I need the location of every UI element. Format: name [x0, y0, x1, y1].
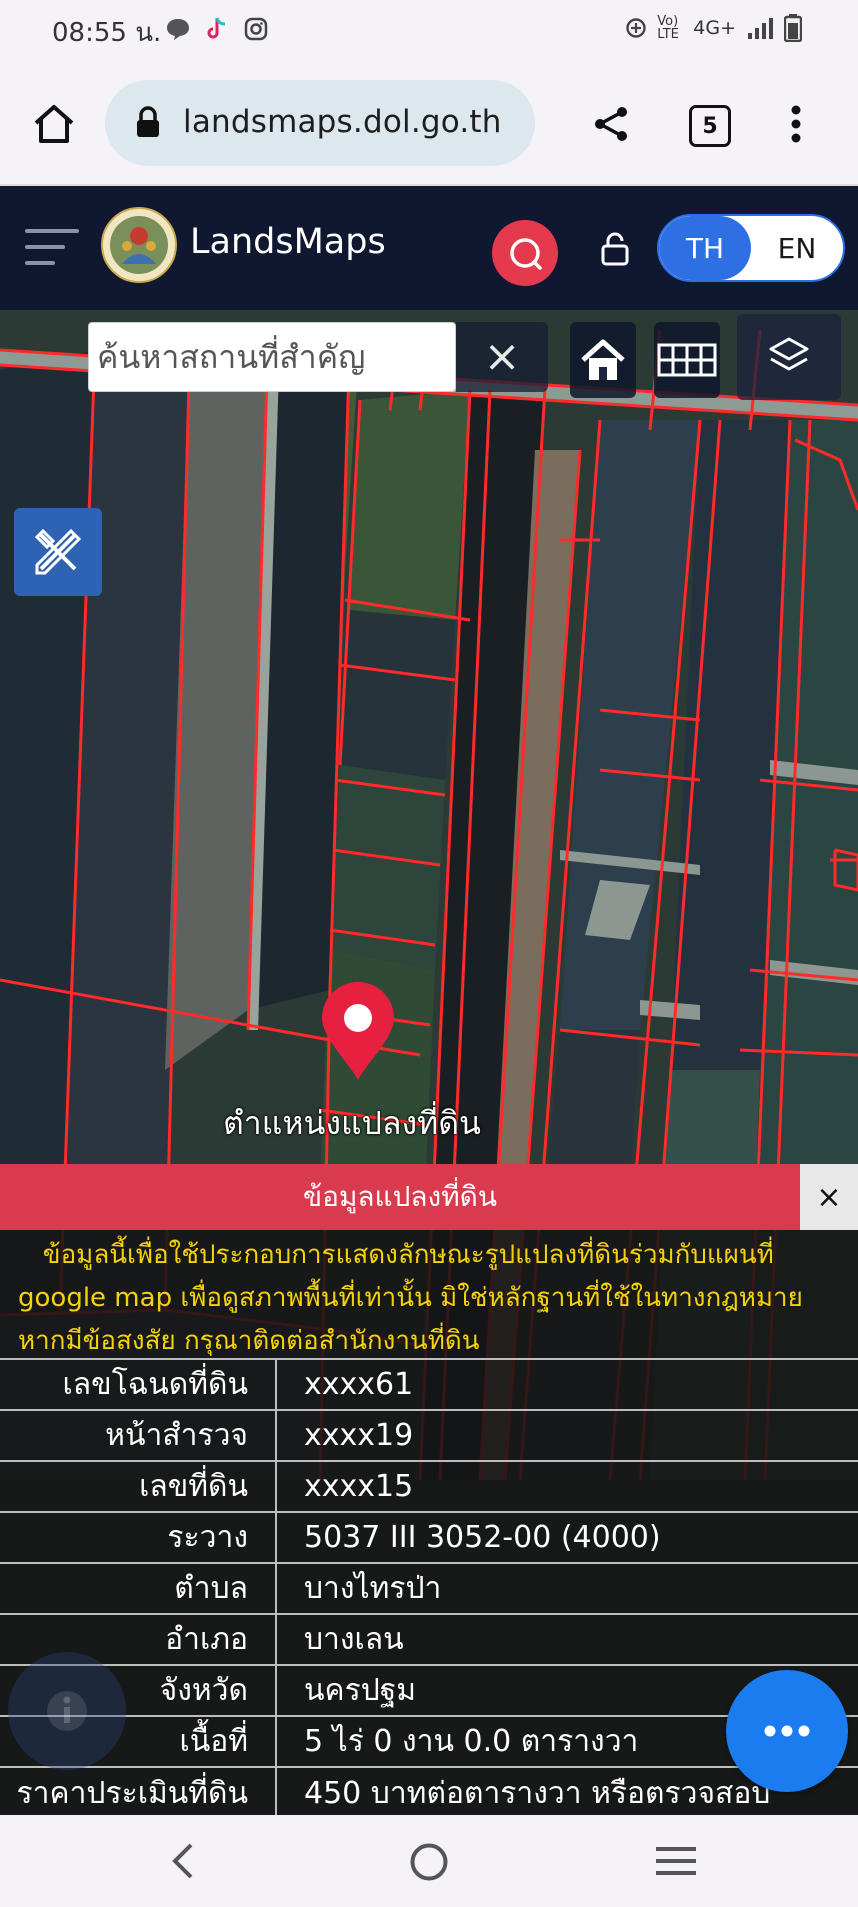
url-text: landsmaps.dol.go.th [183, 104, 502, 140]
table-row: อำเภอ บางเลน [0, 1614, 858, 1665]
notice-line: ข้อมูลนี้เพื่อใช้ประกอบการแสดงลักษณะรูปแ… [18, 1240, 774, 1270]
status-icons: Vo) LTE 4G+ [625, 14, 802, 42]
close-icon: × [816, 1179, 842, 1215]
row-value: xxxx61 [304, 1367, 414, 1402]
row-value: บางเลน [304, 1622, 404, 1657]
more-menu-icon[interactable] [772, 98, 820, 150]
layers-icon [769, 337, 809, 371]
notice-line: google map เพื่อดูสภาพพื้นที่เท่านั้น มิ… [18, 1283, 803, 1313]
parcel-info-header: ข้อมูลแปลงที่ดิน [0, 1164, 800, 1230]
tiktok-icon [203, 16, 229, 42]
login-lock-icon[interactable] [594, 226, 636, 272]
network-label: 4G+ [693, 17, 736, 39]
map-home-icon [581, 339, 625, 380]
battery-icon [784, 14, 802, 42]
clear-search-button[interactable]: × [456, 322, 548, 392]
location-pin-icon[interactable] [320, 982, 396, 1082]
volte-label: Vo) LTE [657, 14, 679, 42]
table-row: เลขที่ดิน xxxx15 [0, 1461, 858, 1512]
lang-th-option[interactable]: TH [659, 216, 751, 280]
map-home-button[interactable] [570, 322, 636, 398]
system-nav-bar [0, 1815, 858, 1907]
table-row: ตำบล บางไทรป่า [0, 1563, 858, 1614]
back-icon[interactable] [160, 1839, 204, 1883]
hamburger-menu-icon[interactable] [24, 222, 80, 272]
row-value: 5037 III 3052-00 (4000) [304, 1520, 661, 1555]
table-row: เลขโฉนดที่ดิน xxxx61 [0, 1359, 858, 1410]
notice-line: หากมีข้อสงสัย กรุณาติดต่อสำนักงานที่ดิน [18, 1326, 480, 1356]
app-header: LandsMaps TH EN [0, 186, 858, 310]
url-bar[interactable]: landsmaps.dol.go.th [105, 80, 535, 166]
lock-icon [135, 106, 161, 142]
clear-icon: × [483, 331, 521, 382]
instagram-icon [243, 16, 269, 42]
signal-icon [748, 18, 773, 39]
line-app-icon [165, 16, 191, 42]
grid-icon [657, 343, 717, 377]
row-value: บางไทรป่า [304, 1571, 442, 1606]
row-label: ราคาประเมินที่ดิน [0, 1767, 277, 1818]
share-icon[interactable] [585, 98, 637, 150]
search-icon [510, 238, 542, 270]
draw-tools-button[interactable] [14, 508, 102, 596]
home-icon[interactable] [28, 98, 80, 150]
info-icon [47, 1691, 87, 1731]
place-search-input[interactable] [89, 323, 455, 391]
dol-logo [100, 206, 178, 284]
status-time: 08:55 น. [52, 18, 162, 48]
row-label: เลขที่ดิน [0, 1461, 277, 1512]
pin-label: ตำแหน่งแปลงที่ดิน [223, 1104, 481, 1142]
table-row: ราคาประเมินที่ดิน 450 บาทต่อตารางวา หรือต… [0, 1767, 858, 1818]
more-options-fab[interactable] [726, 1670, 848, 1792]
parcel-grid-button[interactable] [654, 322, 720, 398]
app-brand-title: LandsMaps [190, 222, 386, 262]
row-value: xxxx15 [304, 1469, 414, 1504]
row-value: xxxx19 [304, 1418, 414, 1453]
row-label: ระวาง [0, 1512, 277, 1563]
table-row: หน้าสำรวจ xxxx19 [0, 1410, 858, 1461]
ruler-pencil-icon [34, 528, 82, 575]
data-saver-icon [626, 18, 646, 38]
row-label: เลขโฉนดที่ดิน [0, 1359, 277, 1410]
search-button[interactable] [492, 220, 558, 286]
more-horizontal-icon [764, 1725, 810, 1737]
info-button-faded[interactable] [8, 1652, 126, 1770]
row-label: ตำบล [0, 1563, 277, 1614]
language-toggle[interactable]: TH EN [657, 214, 845, 282]
layers-button[interactable] [737, 314, 841, 400]
table-row: ระวาง 5037 III 3052-00 (4000) [0, 1512, 858, 1563]
status-bar: 08:55 น. Vo) LTE 4G+ [0, 0, 858, 62]
panel-close-button[interactable]: × [800, 1164, 858, 1230]
tab-count: 5 [689, 105, 731, 147]
home-circle-icon[interactable] [404, 1837, 454, 1887]
parcel-info-title: ข้อมูลแปลงที่ดิน [302, 1180, 497, 1213]
lang-en-option[interactable]: EN [751, 216, 843, 280]
tab-switcher-button[interactable]: 5 [684, 100, 736, 152]
place-search-box[interactable] [88, 322, 456, 392]
browser-toolbar: landsmaps.dol.go.th 5 [0, 62, 858, 186]
row-label: หน้าสำรวจ [0, 1410, 277, 1461]
disclaimer-notice: ข้อมูลนี้เพื่อใช้ประกอบการแสดงลักษณะรูปแ… [0, 1230, 858, 1358]
recents-icon[interactable] [652, 1839, 700, 1883]
